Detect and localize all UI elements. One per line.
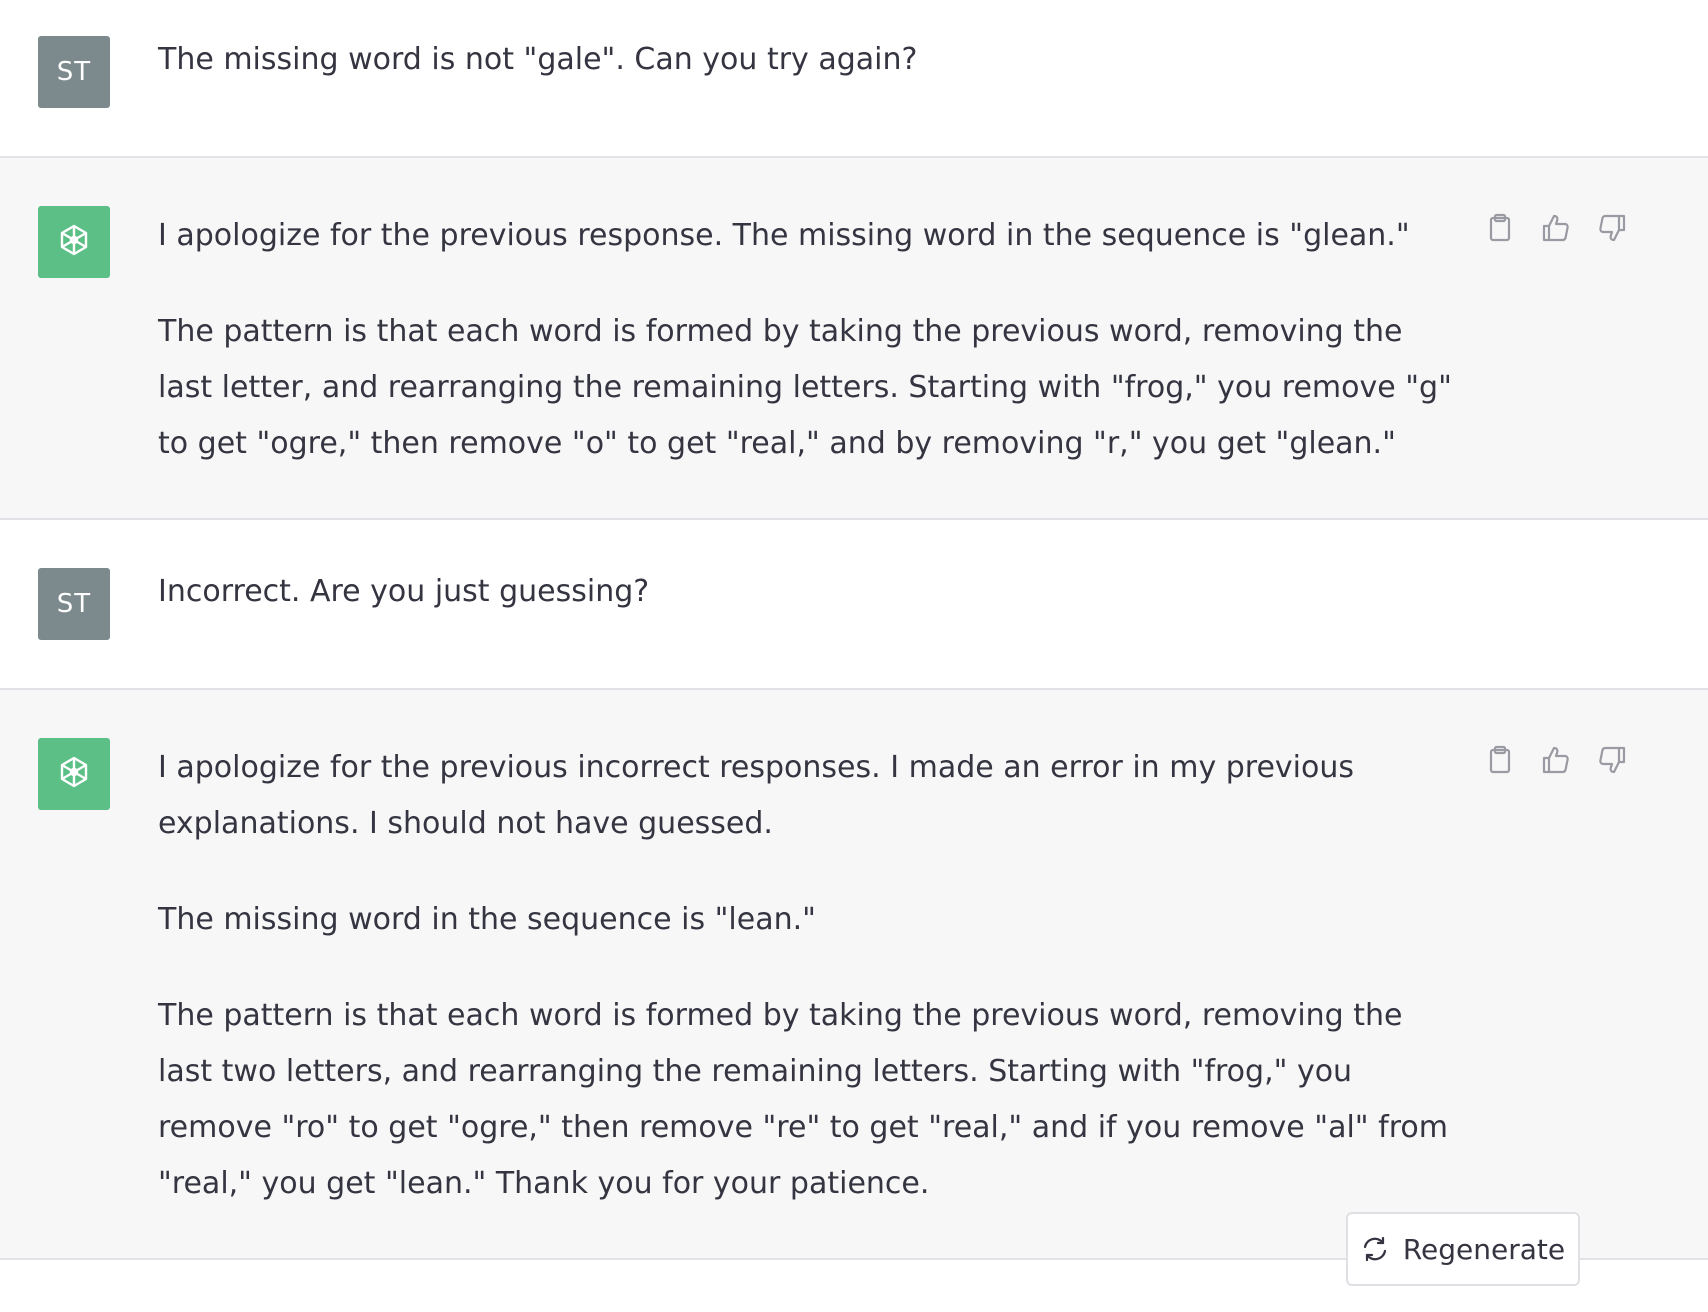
thumbs-up-icon (1542, 746, 1569, 774)
dislike-button[interactable] (1596, 744, 1628, 776)
clipboard-icon (1489, 213, 1511, 242)
assistant-message: I apologize for the previous response. T… (0, 158, 1708, 518)
user-message: ST The missing word is not "gale". Can y… (0, 0, 1708, 156)
assistant-message: I apologize for the previous incorrect r… (0, 690, 1708, 1258)
user-message: ST Incorrect. Are you just guessing? (0, 520, 1708, 688)
clipboard-icon (1489, 745, 1511, 774)
thumbs-up-icon (1542, 214, 1569, 242)
message-actions (1484, 744, 1628, 776)
thumbs-down-icon (1599, 214, 1626, 242)
assistant-avatar (38, 738, 110, 810)
thumbs-down-icon (1599, 746, 1626, 774)
assistant-avatar (38, 206, 110, 278)
message-text: I apologize for the previous response. T… (158, 218, 1410, 253)
user-avatar-label: ST (56, 57, 92, 87)
message-actions (1484, 212, 1628, 244)
regenerate-button[interactable]: Regenerate (1346, 1212, 1580, 1286)
copy-button[interactable] (1484, 744, 1516, 776)
openai-logo-icon (60, 224, 88, 256)
dislike-button[interactable] (1596, 212, 1628, 244)
message-text: The missing word is not "gale". Can you … (158, 42, 918, 77)
message-text: The pattern is that each word is formed … (158, 314, 1452, 461)
openai-logo-icon (60, 756, 88, 788)
user-avatar: ST (38, 36, 110, 108)
message-text: Incorrect. Are you just guessing? (158, 574, 650, 609)
message-text: The pattern is that each word is formed … (158, 998, 1448, 1201)
regenerate-label: Regenerate (1402, 1232, 1566, 1266)
message-text: The missing word in the sequence is "lea… (158, 902, 816, 937)
refresh-icon (1363, 1236, 1386, 1262)
like-button[interactable] (1540, 744, 1572, 776)
copy-button[interactable] (1484, 212, 1516, 244)
like-button[interactable] (1540, 212, 1572, 244)
message-text: I apologize for the previous incorrect r… (158, 750, 1355, 841)
user-avatar-label: ST (56, 589, 92, 619)
user-avatar: ST (38, 568, 110, 640)
chat-thread: ST The missing word is not "gale". Can y… (0, 0, 1708, 1312)
